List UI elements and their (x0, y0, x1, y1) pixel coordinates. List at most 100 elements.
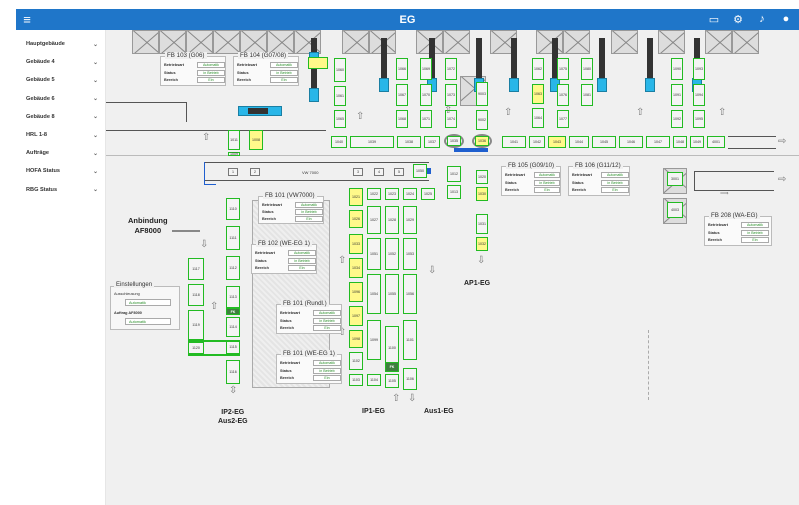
slot[interactable]: 1076 (557, 84, 569, 106)
slot[interactable]: 1093 (693, 58, 705, 80)
slot[interactable]: 1047 (646, 136, 670, 148)
slot[interactable]: 1099 (367, 320, 381, 360)
slot[interactable]: 1106 (403, 368, 417, 390)
slot[interactable]: 1073 (445, 84, 457, 106)
slot[interactable]: 4003 (667, 202, 683, 218)
slot[interactable]: 1081 (581, 84, 593, 106)
slot[interactable]: 1056 (403, 274, 417, 314)
slot[interactable]: 1020 (476, 170, 488, 184)
slot[interactable]: 1043 (548, 136, 566, 148)
slot[interactable]: 1039 (350, 136, 394, 148)
slot[interactable]: 1092 (671, 110, 683, 128)
slot[interactable]: 1033 (349, 234, 363, 254)
slot[interactable]: 1080 (581, 58, 593, 80)
slot[interactable]: 1030 (476, 187, 488, 201)
slot[interactable]: 1053 (403, 238, 417, 270)
auftrag-select[interactable]: Automatik (125, 318, 171, 325)
slot[interactable]: 1037 (424, 136, 440, 148)
sidebar-item-rbg-status[interactable]: RBG Status ⌄ (16, 181, 105, 199)
menu-icon[interactable]: ≡ (16, 9, 38, 30)
slot[interactable]: 1098 (349, 330, 363, 348)
slot[interactable]: 1045 (592, 136, 616, 148)
slot[interactable]: 1036 (475, 136, 489, 146)
slot[interactable]: 1021 (349, 188, 363, 206)
slot[interactable]: 1120 (188, 342, 204, 354)
slot[interactable]: 1077 (557, 110, 569, 128)
slot[interactable]: 1055 (385, 274, 399, 314)
slot[interactable]: 1117 (188, 258, 204, 280)
slot-fk[interactable]: FK (385, 362, 399, 372)
slot[interactable]: 1012 (447, 166, 461, 182)
slot[interactable]: 1028 (385, 206, 399, 234)
slot[interactable]: 1072 (445, 58, 457, 80)
slot[interactable]: 1023 (385, 188, 399, 200)
slot[interactable]: 1068 (396, 110, 408, 128)
settings-icon[interactable]: ⚙ (731, 13, 745, 26)
slot[interactable]: 1022 (367, 188, 381, 200)
slot[interactable]: 1118 (188, 284, 204, 306)
slot[interactable]: 1067 (396, 84, 408, 106)
slot[interactable]: 1070 (420, 84, 432, 106)
slot[interactable]: 1114 (226, 317, 240, 337)
slot[interactable]: 1008 (249, 130, 263, 150)
slot[interactable]: 1069 (420, 58, 432, 80)
slot[interactable]: 9003 (476, 82, 488, 106)
slot[interactable]: 9002 (476, 110, 488, 130)
slot[interactable]: 1009 (228, 152, 240, 156)
sidebar-item-gebaeude-8[interactable]: Gebäude 8 ⌄ (16, 108, 105, 126)
slot[interactable]: 1095 (693, 110, 705, 128)
ausschleusung-select[interactable]: Automatik (125, 299, 171, 306)
slot[interactable]: 1105 (385, 374, 399, 388)
slot[interactable]: 1049 (690, 136, 704, 148)
slot[interactable]: 1026 (349, 210, 363, 228)
slot[interactable]: 1025 (421, 188, 435, 200)
slot[interactable]: 1103 (349, 374, 363, 386)
slot[interactable]: 1013 (447, 185, 461, 199)
slot[interactable]: 1048 (673, 136, 687, 148)
sidebar-item-hrl[interactable]: HRL 1-8 ⌄ (16, 126, 105, 144)
slot[interactable]: 1116 (226, 360, 240, 384)
slot[interactable]: 1054 (367, 274, 381, 314)
slot[interactable]: 1062 (532, 58, 544, 80)
sidebar-item-gebaeude-5[interactable]: Gebäude 5 ⌄ (16, 71, 105, 89)
slot[interactable]: 1063 (532, 84, 544, 104)
slot[interactable]: 1061 (334, 86, 346, 106)
slot[interactable]: 1052 (385, 238, 399, 270)
slot-yellow[interactable] (308, 57, 328, 69)
slot[interactable]: 1096 (349, 282, 363, 302)
slot[interactable]: 1113 (226, 286, 240, 308)
slot[interactable]: 1040 (331, 136, 347, 148)
sidebar-item-gebaeude-6[interactable]: Gebäude 6 ⌄ (16, 90, 105, 108)
slot[interactable]: 1041 (502, 136, 526, 148)
slot[interactable]: 1101 (403, 320, 417, 360)
slot[interactable]: 1104 (367, 374, 381, 386)
slot[interactable]: 1094 (693, 84, 705, 106)
slot[interactable]: 1066 (396, 58, 408, 80)
slot[interactable]: 1050 (413, 164, 427, 178)
slot[interactable]: 1071 (420, 110, 432, 128)
slot[interactable]: 1011 (228, 130, 240, 150)
sidebar-item-hofa-status[interactable]: HOFA Status ⌄ (16, 162, 105, 180)
slot[interactable]: 1075 (557, 58, 569, 80)
slot[interactable]: 1035 (447, 136, 461, 146)
monitor-icon[interactable]: ▭ (707, 13, 721, 26)
slot[interactable]: 1046 (619, 136, 643, 148)
slot[interactable]: 1110 (226, 198, 240, 220)
slot[interactable]: 1027 (367, 206, 381, 234)
sidebar-item-gebaeude-4[interactable]: Gebäude 4 ⌄ (16, 53, 105, 71)
slot[interactable]: 1115 (226, 340, 240, 354)
slot[interactable]: 1119 (188, 310, 204, 340)
slot-fk[interactable]: FK (226, 308, 240, 315)
slot[interactable]: 1032 (476, 237, 488, 251)
slot[interactable]: 1024 (403, 188, 417, 200)
sidebar-item-auftraege[interactable]: Aufträge ⌄ (16, 144, 105, 162)
slot[interactable]: 1044 (569, 136, 589, 148)
slot[interactable]: 1102 (349, 352, 363, 370)
notifications-icon[interactable]: ♪ (755, 13, 769, 26)
slot[interactable]: 1029 (403, 206, 417, 234)
slot[interactable]: 1031 (476, 214, 488, 234)
account-icon[interactable]: ● (779, 13, 793, 26)
slot[interactable]: 3001 (667, 172, 683, 186)
slot[interactable]: 1042 (529, 136, 545, 148)
slot[interactable]: 1038 (397, 136, 421, 148)
